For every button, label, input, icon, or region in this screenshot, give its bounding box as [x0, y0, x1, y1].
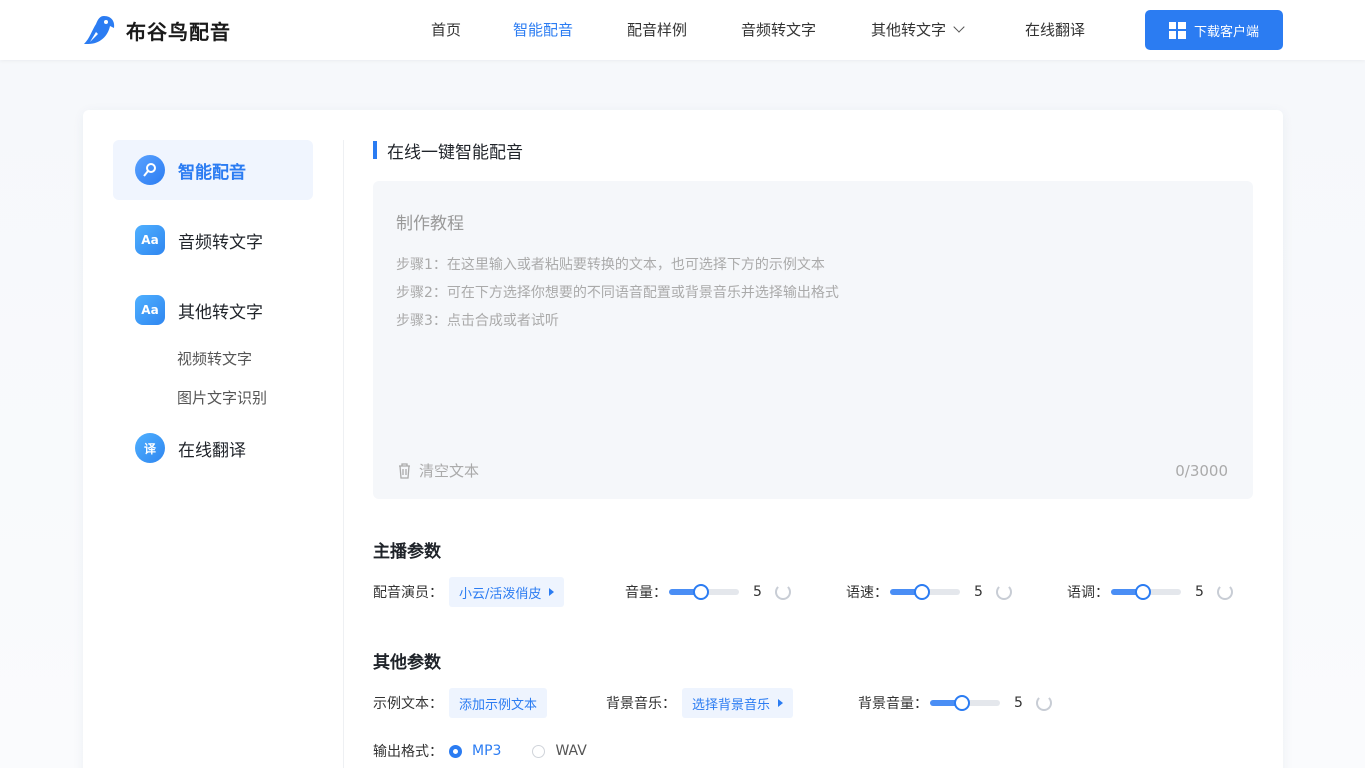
sidebar-item-label: 音频转文字: [178, 232, 263, 253]
caret-right-icon: [549, 588, 555, 596]
radio-wav[interactable]: [532, 744, 546, 758]
speed-control: 语速： 5: [846, 577, 1012, 607]
bird-logo-icon: [84, 16, 115, 44]
format-wav-label: WAV: [555, 743, 587, 759]
aa-text-icon: Aa: [135, 225, 165, 255]
app-name: 布谷鸟配音: [126, 19, 231, 44]
format-mp3-label: MP3: [472, 743, 502, 759]
sidebar-item-translate[interactable]: 译 在线翻译: [113, 418, 313, 478]
other-params-title: 其他参数: [373, 653, 441, 673]
clear-text-label: 清空文本: [419, 462, 480, 480]
tutorial-title: 制作教程: [396, 214, 464, 234]
section-title-bar: [373, 141, 377, 159]
voice-actor-label: 配音演员：: [373, 585, 443, 601]
output-format-label: 输出格式：: [373, 744, 443, 760]
voice-actor-select[interactable]: 小云/活泼俏皮: [449, 577, 565, 607]
nav-audio-to-text[interactable]: 音频转文字: [741, 19, 816, 40]
sample-text-label: 示例文本：: [373, 696, 443, 712]
anchor-params-row: 配音演员： 小云/活泼俏皮: [373, 577, 565, 607]
mic-icon: [135, 155, 165, 185]
sidebar-item-other-to-text[interactable]: Aa 其他转文字: [113, 280, 313, 340]
sidebar-sub-video-to-text[interactable]: 视频转文字: [113, 340, 313, 379]
sidebar-item-smart-dubbing[interactable]: 智能配音: [113, 140, 313, 200]
anchor-params-title: 主播参数: [373, 542, 441, 562]
nav-other-to-text[interactable]: 其他转文字: [871, 19, 965, 40]
bgm-volume-slider-handle[interactable]: [953, 695, 970, 711]
logo[interactable]: 布谷鸟配音: [82, 14, 231, 46]
bgm-volume-value: 5: [1014, 695, 1023, 711]
volume-slider[interactable]: [669, 584, 739, 600]
speed-label: 语速：: [846, 585, 888, 601]
speed-slider[interactable]: [890, 584, 960, 600]
select-bgm-button[interactable]: 选择背景音乐: [682, 688, 794, 718]
pitch-slider[interactable]: [1111, 584, 1181, 600]
nav-online-translate[interactable]: 在线翻译: [1025, 19, 1085, 40]
format-option-mp3[interactable]: MP3: [449, 743, 501, 759]
format-option-wav[interactable]: WAV: [532, 743, 587, 759]
add-sample-text-button[interactable]: 添加示例文本: [449, 688, 548, 718]
sidebar-item-label: 其他转文字: [178, 302, 263, 323]
nav-home[interactable]: 首页: [431, 19, 461, 40]
select-bgm-label: 选择背景音乐: [692, 697, 771, 713]
pitch-slider-handle[interactable]: [1134, 584, 1151, 600]
clear-text-button[interactable]: 清空文本: [398, 460, 479, 481]
bgm-volume-slider[interactable]: [930, 695, 1000, 711]
tutorial-step: 步骤2：可在下方选择你想要的不同语音配置或背景音乐并选择输出格式: [396, 285, 839, 301]
voice-actor-value: 小云/活泼俏皮: [459, 586, 542, 602]
chevron-down-icon: [953, 21, 965, 33]
volume-label: 音量：: [625, 585, 667, 601]
trash-icon: [399, 462, 410, 479]
bgm-volume-control: 背景音量： 5: [858, 688, 1052, 718]
tutorial-step: 步骤1：在这里输入或者粘贴要转换的文本，也可选择下方的示例文本: [396, 257, 825, 273]
download-client-label: 下载客户端: [1193, 24, 1259, 40]
main-card: 智能配音 Aa 音频转文字 Aa 其他转文字 视频转文字 图片文字识别 译 在线…: [83, 110, 1283, 768]
reset-speed-icon[interactable]: [996, 584, 1012, 600]
sample-text-row: 示例文本： 添加示例文本: [373, 688, 548, 718]
pitch-control: 语调： 5: [1067, 577, 1233, 607]
translate-icon: 译: [135, 433, 165, 463]
section-title-text: 在线一键智能配音: [387, 142, 523, 163]
sidebar: 智能配音 Aa 音频转文字 Aa 其他转文字 视频转文字 图片文字识别 译 在线…: [113, 140, 313, 488]
pitch-label: 语调：: [1067, 585, 1109, 601]
volume-slider-handle[interactable]: [692, 584, 709, 600]
nav-dubbing-samples[interactable]: 配音样例: [627, 19, 687, 40]
caret-right-icon: [778, 699, 784, 707]
nav-smart-dubbing[interactable]: 智能配音: [513, 19, 573, 40]
download-client-button[interactable]: 下载客户端: [1145, 10, 1283, 50]
bgm-row: 背景音乐： 选择背景音乐: [606, 688, 794, 718]
bgm-label: 背景音乐：: [606, 696, 676, 712]
volume-value: 5: [753, 584, 762, 600]
radio-mp3[interactable]: [449, 744, 462, 758]
windows-icon: [1168, 21, 1186, 39]
sidebar-item-label: 在线翻译: [178, 440, 246, 461]
top-header: 布谷鸟配音 首页 智能配音 配音样例 音频转文字 其他转文字 在线翻译 下载客户…: [0, 0, 1365, 60]
aa-wave-icon: Aa: [135, 295, 165, 325]
tutorial-step: 步骤3：点击合成或者试听: [396, 313, 559, 329]
text-input-area[interactable]: 制作教程 步骤1：在这里输入或者粘贴要转换的文本，也可选择下方的示例文本 步骤2…: [373, 181, 1253, 499]
section-title: 在线一键智能配音: [373, 140, 1253, 163]
output-format-row: 输出格式： MP3 WAV: [373, 736, 587, 766]
volume-control: 音量： 5: [625, 577, 791, 607]
sidebar-item-label: 智能配音: [178, 162, 246, 183]
bgm-volume-label: 背景音量：: [858, 696, 928, 712]
char-count: 0/3000: [1175, 462, 1228, 480]
sidebar-sub-image-ocr[interactable]: 图片文字识别: [113, 379, 313, 418]
nav-other-to-text-label: 其他转文字: [871, 21, 947, 39]
reset-pitch-icon[interactable]: [1217, 584, 1233, 600]
speed-slider-handle[interactable]: [913, 584, 930, 600]
speed-value: 5: [974, 584, 983, 600]
sidebar-divider: [343, 140, 344, 768]
main-panel: 在线一键智能配音 制作教程 步骤1：在这里输入或者粘贴要转换的文本，也可选择下方…: [373, 140, 1253, 760]
pitch-value: 5: [1195, 584, 1204, 600]
reset-bgm-volume-icon[interactable]: [1036, 695, 1052, 711]
sidebar-item-audio-to-text[interactable]: Aa 音频转文字: [113, 210, 313, 270]
reset-volume-icon[interactable]: [775, 584, 791, 600]
